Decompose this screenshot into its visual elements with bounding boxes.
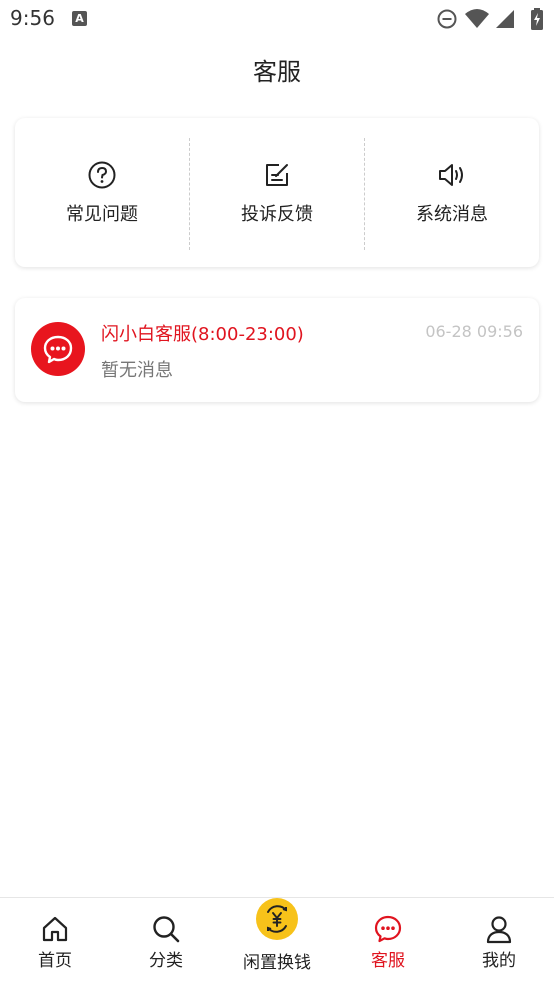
avatar [31, 322, 85, 376]
do-not-disturb-icon [437, 9, 457, 29]
nav-label: 分类 [149, 951, 183, 971]
chat-list-item[interactable]: 闪小白客服(8:00-23:00) 06-28 09:56 暂无消息 [15, 298, 539, 402]
chat-timestamp: 06-28 09:56 [425, 322, 523, 341]
menu-item-label: 系统消息 [416, 204, 488, 225]
edit-icon [266, 164, 288, 186]
nav-item-customer-service[interactable]: 客服 [333, 898, 443, 984]
page-title: 客服 [253, 58, 301, 86]
nav-label: 客服 [371, 951, 405, 971]
menu-item-faq[interactable]: 常见问题 [15, 118, 189, 267]
home-icon [42, 916, 68, 942]
menu-item-label: 投诉反馈 [241, 204, 313, 225]
question-circle-icon [88, 161, 116, 189]
chat-bubble-icon [374, 915, 402, 943]
menu-item-label: 常见问题 [66, 204, 138, 225]
nav-label: 闲置换钱 [243, 953, 311, 973]
chat-bubble-icon [43, 335, 73, 364]
nav-label: 我的 [482, 951, 516, 971]
quick-menu-card: 常见问题 投诉反馈 系统消息 [15, 118, 539, 267]
wifi-icon [465, 9, 489, 28]
notification-a-icon: A [72, 11, 87, 26]
chat-preview: 暂无消息 [101, 360, 173, 381]
status-bar: 9:56 A [0, 0, 554, 38]
signal-icon [496, 10, 514, 28]
speaker-icon [439, 164, 463, 186]
yen-exchange-icon [256, 898, 298, 940]
nav-item-profile[interactable]: 我的 [444, 898, 554, 984]
nav-item-category[interactable]: 分类 [111, 898, 221, 984]
nav-item-exchange[interactable]: 闲置换钱 [222, 898, 332, 984]
menu-item-complaint[interactable]: 投诉反馈 [190, 118, 364, 267]
status-time: 9:56 [10, 6, 55, 30]
bottom-nav: 首页 分类 闲置换钱 客服 我的 [0, 897, 554, 984]
nav-item-home[interactable]: 首页 [0, 898, 110, 984]
menu-item-system-messages[interactable]: 系统消息 [365, 118, 539, 267]
user-icon [486, 916, 512, 944]
search-icon [153, 916, 180, 943]
nav-label: 首页 [38, 951, 72, 971]
battery-icon [531, 8, 543, 30]
chat-name: 闪小白客服(8:00-23:00) [101, 324, 304, 345]
